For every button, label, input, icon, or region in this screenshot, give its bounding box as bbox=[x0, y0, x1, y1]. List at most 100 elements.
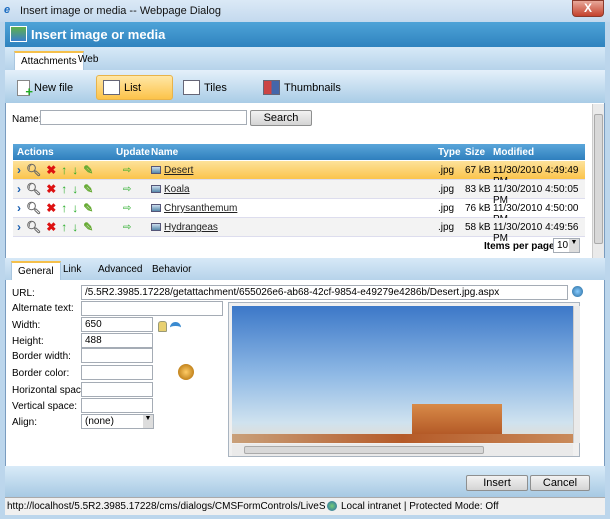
table-row[interactable]: › 🔍︎ ✖ ↑ ↓ ✎ ⇨ Hydrangeas .jpg 58 kB 11/… bbox=[13, 218, 585, 244]
move-up-icon[interactable]: ↑ bbox=[61, 163, 67, 177]
edit-icon[interactable]: ✎ bbox=[83, 220, 93, 234]
view-icon[interactable]: 🔍︎ bbox=[26, 201, 41, 215]
select-icon[interactable]: › bbox=[17, 163, 21, 177]
name-search-input[interactable] bbox=[40, 110, 247, 125]
dialog-footer: Insert Cancel bbox=[5, 466, 605, 497]
col-actions: Actions bbox=[17, 147, 54, 158]
reset-size-icon[interactable] bbox=[170, 322, 181, 329]
table-row[interactable]: › 🔍︎ ✖ ↑ ↓ ✎ ⇨ Koala .jpg 83 kB 11/30/20… bbox=[13, 180, 585, 206]
table-row[interactable]: › 🔍︎ ✖ ↑ ↓ ✎ ⇨ Chrysanthemum .jpg 76 kB … bbox=[13, 199, 585, 225]
items-per-page-label: Items per page: bbox=[484, 241, 558, 252]
tab-link[interactable]: Link bbox=[57, 261, 87, 280]
file-name-link[interactable]: Koala bbox=[164, 184, 190, 195]
border-width-input[interactable] bbox=[81, 348, 153, 363]
tab-behavior[interactable]: Behavior bbox=[146, 261, 197, 280]
vspace-label: Vertical space: bbox=[12, 401, 78, 412]
view-toolbar: + New file List Tiles Thumbnails bbox=[5, 70, 605, 103]
move-down-icon[interactable]: ↓ bbox=[72, 182, 78, 196]
move-down-icon[interactable]: ↓ bbox=[72, 163, 78, 177]
tab-general[interactable]: General bbox=[11, 261, 61, 280]
delete-icon[interactable]: ✖ bbox=[46, 220, 56, 234]
view-icon[interactable]: 🔍︎ bbox=[26, 182, 41, 196]
list-icon bbox=[103, 80, 120, 95]
edit-icon[interactable]: ✎ bbox=[83, 182, 93, 196]
name-label: Name: bbox=[12, 114, 42, 125]
preview-image bbox=[232, 306, 573, 443]
view-icon[interactable]: 🔍︎ bbox=[26, 163, 41, 177]
chevron-down-icon: ▼ bbox=[143, 415, 153, 428]
view-icon[interactable]: 🔍︎ bbox=[26, 220, 41, 234]
list-scrollbar[interactable] bbox=[592, 104, 604, 258]
move-down-icon[interactable]: ↓ bbox=[72, 201, 78, 215]
status-zone: Local intranet | Protected Mode: Off bbox=[341, 501, 499, 512]
align-select[interactable]: (none) ▼ bbox=[81, 414, 154, 429]
row-actions: › 🔍︎ ✖ ↑ ↓ ✎ bbox=[17, 163, 93, 177]
alt-text-input[interactable] bbox=[81, 301, 223, 316]
search-button[interactable]: Search bbox=[250, 110, 312, 126]
image-file-icon bbox=[151, 166, 161, 175]
vspace-input[interactable] bbox=[81, 398, 153, 413]
update-icon[interactable]: ⇨ bbox=[123, 184, 131, 195]
table-row[interactable]: › 🔍︎ ✖ ↑ ↓ ✎ ⇨ Desert .jpg 67 kB 11/30/2… bbox=[13, 161, 585, 187]
file-size: 58 kB bbox=[465, 222, 491, 233]
items-per-page-value: 10 bbox=[557, 240, 569, 251]
file-size: 76 kB bbox=[465, 203, 491, 214]
image-file-icon bbox=[151, 204, 161, 213]
col-update: Update bbox=[116, 147, 150, 158]
close-button[interactable]: X bbox=[572, 0, 604, 17]
col-type[interactable]: Type bbox=[438, 147, 461, 158]
align-label: Align: bbox=[12, 417, 38, 428]
dialog-header: Insert image or media bbox=[5, 22, 605, 47]
url-input[interactable] bbox=[81, 285, 568, 300]
edit-icon[interactable]: ✎ bbox=[83, 163, 93, 177]
view-list-button[interactable]: List bbox=[96, 75, 173, 100]
update-icon[interactable]: ⇨ bbox=[123, 203, 131, 214]
url-settings-icon[interactable] bbox=[572, 286, 583, 297]
view-thumbnails-button[interactable]: Thumbnails bbox=[257, 75, 347, 100]
delete-icon[interactable]: ✖ bbox=[46, 182, 56, 196]
align-value: (none) bbox=[85, 416, 114, 427]
move-up-icon[interactable]: ↑ bbox=[61, 182, 67, 196]
image-file-icon bbox=[151, 223, 161, 232]
file-name-link[interactable]: Desert bbox=[164, 165, 193, 176]
file-name-link[interactable]: Hydrangeas bbox=[164, 222, 218, 233]
col-name[interactable]: Name bbox=[151, 147, 178, 158]
select-icon[interactable]: › bbox=[17, 201, 21, 215]
col-modified[interactable]: Modified bbox=[493, 147, 534, 158]
tab-advanced[interactable]: Advanced bbox=[92, 261, 148, 280]
edit-icon[interactable]: ✎ bbox=[83, 201, 93, 215]
preview-hscrollbar[interactable] bbox=[232, 444, 573, 456]
hspace-input[interactable] bbox=[81, 382, 153, 397]
hspace-label: Horizontal space: bbox=[12, 385, 90, 396]
window-title: Insert image or media -- Webpage Dialog bbox=[20, 5, 221, 17]
height-input[interactable] bbox=[81, 333, 153, 348]
width-input[interactable] bbox=[81, 317, 153, 332]
new-file-button[interactable]: + New file bbox=[11, 75, 79, 100]
cancel-button[interactable]: Cancel bbox=[530, 475, 590, 491]
row-actions: › 🔍︎ ✖ ↑ ↓ ✎ bbox=[17, 220, 93, 234]
select-icon[interactable]: › bbox=[17, 182, 21, 196]
update-icon[interactable]: ⇨ bbox=[123, 222, 131, 233]
insert-button[interactable]: Insert bbox=[466, 475, 528, 491]
preview-vscrollbar[interactable] bbox=[573, 306, 580, 443]
border-color-input[interactable] bbox=[81, 365, 153, 380]
select-icon[interactable]: › bbox=[17, 220, 21, 234]
view-tiles-label: Tiles bbox=[204, 81, 227, 94]
tab-web[interactable]: Web bbox=[72, 51, 104, 70]
lock-icon[interactable] bbox=[158, 321, 167, 332]
items-per-page-select[interactable]: 10 ▼ bbox=[553, 238, 580, 253]
file-name-link[interactable]: Chrysanthemum bbox=[164, 203, 237, 214]
file-type: .jpg bbox=[438, 203, 455, 214]
delete-icon[interactable]: ✖ bbox=[46, 163, 56, 177]
color-picker-icon[interactable] bbox=[178, 364, 194, 380]
row-actions: › 🔍︎ ✖ ↑ ↓ ✎ bbox=[17, 182, 93, 196]
view-tiles-button[interactable]: Tiles bbox=[177, 75, 233, 100]
update-icon[interactable]: ⇨ bbox=[123, 165, 131, 176]
image-preview bbox=[228, 302, 580, 457]
move-down-icon[interactable]: ↓ bbox=[72, 220, 78, 234]
move-up-icon[interactable]: ↑ bbox=[61, 201, 67, 215]
move-up-icon[interactable]: ↑ bbox=[61, 220, 67, 234]
col-size[interactable]: Size bbox=[465, 147, 485, 158]
delete-icon[interactable]: ✖ bbox=[46, 201, 56, 215]
status-bar: http://localhost/5.5R2.3985.17228/cms/di… bbox=[5, 497, 605, 515]
